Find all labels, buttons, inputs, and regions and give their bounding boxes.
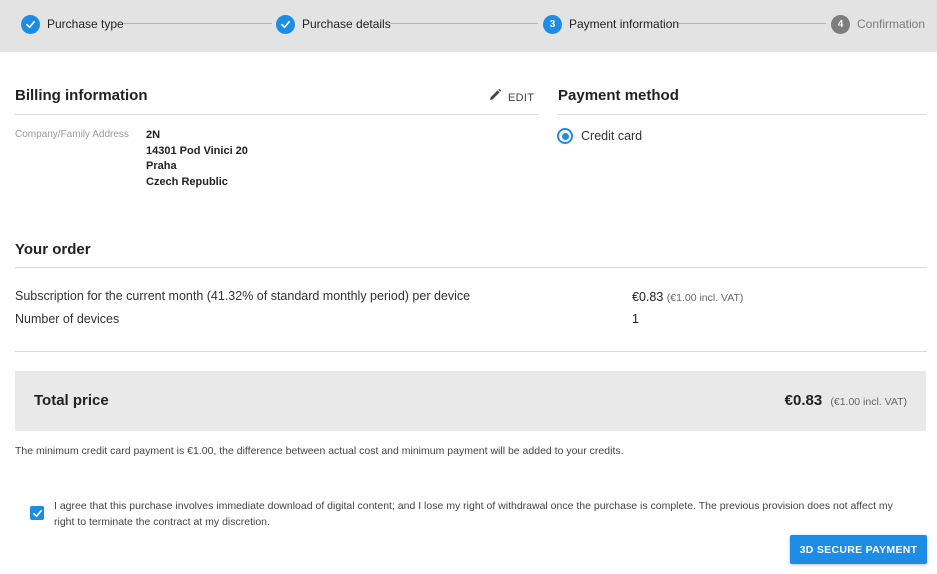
step-number: 4: [831, 14, 850, 34]
step-connector: [123, 23, 272, 24]
total-amount: €0.83: [784, 392, 823, 409]
order-row-value: €0.83 (€1.00 incl. VAT): [632, 290, 743, 304]
address-line: Czech Republic: [146, 175, 228, 188]
agreement-text: I agree that this purchase involves imme…: [54, 500, 893, 528]
step-payment-information: 3 Payment information: [543, 14, 679, 34]
step-label: Payment information: [569, 17, 680, 31]
address-line: 2N: [146, 129, 161, 141]
check-icon: [21, 14, 40, 34]
step-label: Purchase type: [47, 17, 124, 31]
credit-card-label: Credit card: [581, 129, 643, 143]
step-confirmation: 4 Confirmation: [831, 14, 925, 34]
step-connector: [678, 23, 826, 24]
checkout-stepper: Purchase type Purchase details 3 Payment…: [0, 0, 937, 52]
agreement-checkbox[interactable]: [30, 506, 44, 520]
check-icon: [32, 509, 42, 517]
address-line: 14301 Pod Vinici 20: [146, 144, 248, 157]
order-row-label: Subscription for the current month (41.3…: [15, 289, 471, 303]
step-number: 3: [543, 14, 562, 34]
total-value: €0.83 (€1.00 incl. VAT): [785, 392, 907, 409]
total-label: Total price: [34, 392, 109, 409]
minimum-payment-note: The minimum credit card payment is €1.00…: [15, 445, 624, 457]
address-label: Company/Family Address: [15, 129, 129, 140]
check-icon: [276, 14, 295, 34]
step-purchase-type[interactable]: Purchase type: [21, 14, 124, 34]
order-bottom-divider: [15, 351, 927, 352]
total-price-box: Total price €0.83 (€1.00 incl. VAT): [15, 371, 926, 431]
order-divider: [15, 267, 927, 268]
edit-label: EDIT: [508, 91, 535, 104]
billing-divider: [15, 114, 539, 115]
address-line: Praha: [146, 160, 177, 172]
radio-selected-dot: [561, 132, 569, 140]
price-value: €0.83: [632, 290, 664, 304]
secure-payment-button[interactable]: 3D SECURE PAYMENT: [790, 535, 927, 564]
order-row-label: Number of devices: [15, 312, 120, 326]
billing-title: Billing information: [15, 87, 148, 104]
radio-button[interactable]: [557, 128, 573, 144]
order-title: Your order: [15, 241, 91, 258]
total-note: (€1.00 incl. VAT): [830, 396, 907, 408]
step-label: Confirmation: [857, 17, 926, 31]
order-row-value: 1: [632, 312, 639, 326]
credit-card-option[interactable]: Credit card: [557, 128, 642, 144]
pencil-icon: [488, 88, 502, 107]
billing-address: 2N 14301 Pod Vinici 20 Praha Czech Repub…: [146, 128, 248, 190]
edit-billing-button[interactable]: EDIT: [488, 88, 534, 107]
payment-divider: [557, 114, 927, 115]
step-label: Purchase details: [302, 17, 391, 31]
step-purchase-details[interactable]: Purchase details: [276, 14, 391, 34]
price-note: (€1.00 incl. VAT): [666, 292, 744, 304]
step-connector: [390, 23, 538, 24]
payment-method-title: Payment method: [558, 87, 679, 104]
